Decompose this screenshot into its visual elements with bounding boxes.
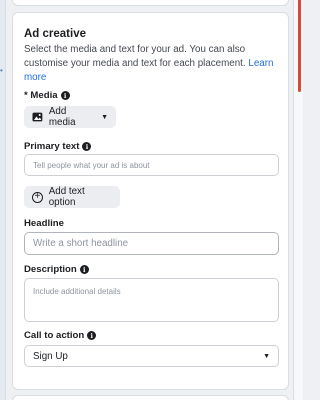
headline-placeholder: Write a short headline [33, 238, 129, 249]
left-panel-dot: • [0, 66, 3, 75]
add-text-option-label: Add text option [48, 186, 85, 208]
cta-label-text: Call to action [24, 330, 85, 341]
description-label: Description i [24, 264, 89, 275]
cta-selected-value: Sign Up [33, 350, 68, 362]
info-icon[interactable]: i [87, 331, 97, 340]
add-circle-icon: + [32, 191, 43, 203]
info-icon[interactable]: i [82, 142, 92, 151]
primary-text-placeholder: Tell people what your ad is about [33, 160, 150, 170]
primary-text-label-text: Primary text [24, 141, 80, 152]
description-placeholder: Include additional details [33, 287, 121, 296]
headline-input[interactable]: Write a short headline [24, 232, 279, 255]
add-media-label: Add media [48, 106, 76, 128]
info-icon[interactable]: i [60, 91, 70, 100]
next-card [12, 395, 289, 400]
ad-creative-card: Ad creative Select the media and text fo… [12, 12, 289, 390]
card-title: Ad creative [24, 28, 87, 40]
description-label-text: Description [24, 264, 77, 275]
add-media-button[interactable]: Add media ▼ [24, 106, 116, 128]
caret-down-icon: ▼ [101, 113, 108, 121]
caret-down-icon: ▼ [263, 352, 270, 360]
info-icon[interactable]: i [79, 265, 89, 274]
right-accent-bar [298, 0, 301, 92]
left-panel-edge [0, 0, 6, 400]
primary-text-label: Primary text i [24, 141, 92, 152]
media-label: * Media i [24, 90, 70, 101]
media-label-text: * Media [24, 90, 58, 101]
description-input[interactable]: Include additional details [24, 278, 279, 322]
card-description: Select the media and text for your ad. Y… [24, 43, 282, 85]
headline-label: Headline [24, 218, 64, 229]
image-icon [32, 112, 43, 122]
primary-text-input[interactable]: Tell people what your ad is about [24, 154, 279, 176]
cta-select[interactable]: Sign Up ▼ [24, 345, 279, 367]
description-text: Select the media and text for your ad. Y… [24, 44, 246, 69]
cta-label: Call to action i [24, 330, 97, 341]
previous-card [12, 0, 289, 6]
headline-label-text: Headline [24, 218, 64, 229]
add-text-option-button[interactable]: + Add text option [24, 186, 120, 208]
